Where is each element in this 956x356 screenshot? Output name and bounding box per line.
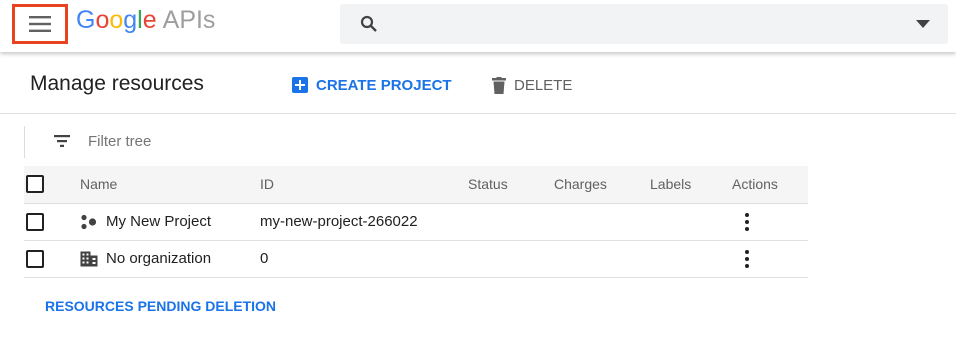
- filter-icon[interactable]: [54, 135, 70, 147]
- organization-id: 0: [260, 250, 269, 267]
- delete-button[interactable]: DELETE: [492, 74, 572, 96]
- project-labels: [650, 203, 732, 240]
- logo-letter: o: [109, 6, 124, 34]
- filter-tree-input[interactable]: Filter tree: [88, 133, 151, 150]
- add-box-icon: [292, 77, 308, 93]
- column-header-actions: Actions: [732, 176, 778, 193]
- caret-down-icon[interactable]: [916, 20, 930, 28]
- logo-letter: G: [76, 6, 96, 34]
- table-row[interactable]: My New Project my-new-project-266022: [24, 203, 808, 240]
- project-charges: [554, 203, 650, 240]
- row-checkbox[interactable]: [26, 249, 44, 268]
- select-all-checkbox[interactable]: [26, 175, 44, 194]
- organization-icon: [80, 251, 98, 266]
- column-header-id[interactable]: ID: [260, 166, 468, 203]
- search-icon: [360, 15, 377, 32]
- table-header-row: Name ID Status Charges Labels Actions: [24, 166, 808, 203]
- project-status: [468, 203, 554, 240]
- create-project-label: CREATE PROJECT: [316, 76, 452, 94]
- more-actions-icon[interactable]: [742, 249, 752, 268]
- hamburger-menu-icon: [29, 16, 51, 32]
- page-title: Manage resources: [30, 72, 204, 95]
- logo-letter: e: [142, 6, 157, 34]
- organization-charges: [554, 240, 650, 277]
- project-name[interactable]: My New Project: [106, 213, 211, 230]
- filter-divider: [24, 126, 25, 158]
- filter-bar: Filter tree: [0, 124, 956, 166]
- logo-letter: g: [123, 6, 138, 34]
- resource-search-bar[interactable]: [340, 4, 948, 44]
- more-actions-icon[interactable]: [742, 212, 752, 231]
- logo-suffix: APIs: [162, 6, 216, 34]
- organization-labels: [650, 240, 732, 277]
- project-icon: [81, 214, 97, 229]
- logo-letter: o: [95, 6, 110, 34]
- resources-pending-deletion-link[interactable]: RESOURCES PENDING DELETION: [45, 298, 276, 314]
- trash-icon: [492, 76, 506, 94]
- column-header-charges[interactable]: Charges: [554, 166, 650, 203]
- project-id: my-new-project-266022: [260, 213, 418, 230]
- google-apis-logo[interactable]: Google APIs: [76, 6, 215, 40]
- main-menu-button[interactable]: [12, 4, 68, 44]
- table-row[interactable]: No organization 0: [24, 240, 808, 277]
- delete-label: DELETE: [514, 76, 573, 94]
- column-header-labels[interactable]: Labels: [650, 166, 732, 203]
- column-header-status[interactable]: Status: [468, 166, 554, 203]
- organization-status: [468, 240, 554, 277]
- top-app-bar: Google APIs: [0, 0, 956, 52]
- row-checkbox[interactable]: [26, 212, 44, 231]
- column-header-name[interactable]: Name: [80, 166, 260, 203]
- resources-table: Name ID Status Charges Labels Actions My…: [24, 166, 808, 278]
- page-toolbar: Manage resources CREATE PROJECT DELETE: [0, 58, 956, 114]
- organization-name[interactable]: No organization: [106, 250, 211, 267]
- create-project-button[interactable]: CREATE PROJECT: [292, 74, 452, 96]
